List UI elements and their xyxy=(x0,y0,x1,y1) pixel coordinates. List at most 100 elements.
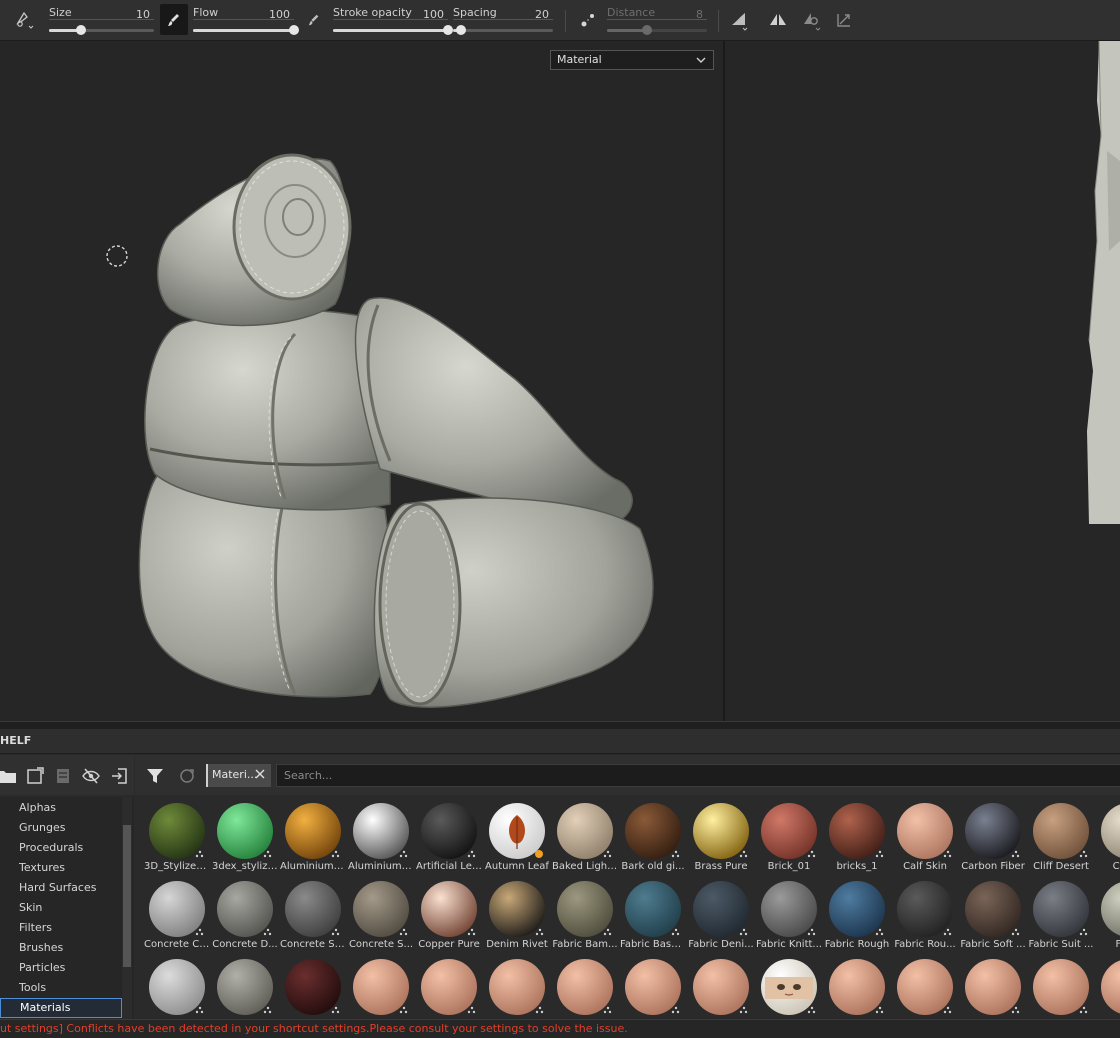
category-particles[interactable]: Particles xyxy=(0,958,122,978)
material-tile[interactable] xyxy=(688,955,754,1019)
import-icon[interactable] xyxy=(108,765,130,787)
distance-slider-handle[interactable] xyxy=(642,25,652,35)
stroke-opacity-slider-handle[interactable] xyxy=(443,25,453,35)
material-tile[interactable] xyxy=(620,955,686,1019)
material-tile[interactable]: Aluminium ... xyxy=(280,799,346,875)
spacing-slider-handle[interactable] xyxy=(456,25,466,35)
material-tile[interactable]: Denim Rivet xyxy=(484,877,550,953)
category-grunges[interactable]: Grunges xyxy=(0,818,122,838)
material-tile[interactable]: bricks_1 xyxy=(824,799,890,875)
substance-dots-icon xyxy=(195,1006,204,1014)
panel-splitter[interactable] xyxy=(0,721,1120,729)
category-filters[interactable]: Filters xyxy=(0,918,122,938)
category-hard-surfaces[interactable]: Hard Surfaces xyxy=(0,878,122,898)
material-tile[interactable]: Baked Light... xyxy=(552,799,618,875)
material-tile[interactable]: Concrete D... xyxy=(212,877,278,953)
category-textures[interactable]: Textures xyxy=(0,858,122,878)
material-tile[interactable] xyxy=(960,955,1026,1019)
material-tile[interactable]: 3dex_stylize... xyxy=(212,799,278,875)
symmetry-icon[interactable] xyxy=(766,8,790,32)
material-tile[interactable]: Fabric Base... xyxy=(620,877,686,953)
scrollbar-thumb[interactable] xyxy=(123,825,131,967)
substance-dots-icon xyxy=(807,850,816,858)
material-tile[interactable]: Copper Pure xyxy=(416,877,482,953)
physics-icon[interactable] xyxy=(800,8,824,32)
material-tile[interactable]: Concrete Si... xyxy=(280,877,346,953)
search-input[interactable]: Search... xyxy=(276,764,1120,787)
category-scrollbar[interactable] xyxy=(122,797,132,1019)
category-skin[interactable]: Skin xyxy=(0,898,122,918)
material-tile[interactable] xyxy=(348,955,414,1019)
material-tile[interactable]: Carbon Fiber xyxy=(960,799,1026,875)
size-slider-handle[interactable] xyxy=(75,25,86,35)
substance-dots-icon xyxy=(739,1006,748,1014)
category-materials[interactable]: Materials xyxy=(0,998,122,1018)
filter-tag-chip[interactable]: Materi... xyxy=(206,764,271,787)
transform-icon[interactable] xyxy=(832,8,856,32)
3d-viewport[interactable]: Material xyxy=(0,41,723,721)
chevron-down-icon xyxy=(696,57,706,63)
category-brushes[interactable]: Brushes xyxy=(0,938,122,958)
flow-slider[interactable]: Flow 100 xyxy=(193,4,299,38)
2d-uv-viewport[interactable] xyxy=(725,41,1120,721)
stroke-opacity-slider[interactable]: Stroke opacity 100 xyxy=(333,4,453,38)
material-tile[interactable]: Fabric Suit ... xyxy=(1028,877,1094,953)
material-tile[interactable]: Fabric Rough xyxy=(824,877,890,953)
material-tile[interactable]: Bark old gi... xyxy=(620,799,686,875)
lazy-mouse-icon[interactable] xyxy=(576,8,600,32)
save-icon[interactable] xyxy=(52,765,74,787)
channel-dropdown[interactable]: Material xyxy=(550,50,714,70)
material-name: Carbon Fiber xyxy=(961,861,1025,872)
material-tile[interactable] xyxy=(892,955,958,1019)
material-tile[interactable] xyxy=(824,955,890,1019)
category-alphas[interactable]: Alphas xyxy=(0,798,122,818)
material-tile[interactable]: Aluminium ... xyxy=(348,799,414,875)
material-tile[interactable]: Brick_01 xyxy=(756,799,822,875)
material-tile[interactable] xyxy=(756,955,822,1019)
material-tile[interactable]: Concrete Cl... xyxy=(144,877,210,953)
material-tile[interactable] xyxy=(552,955,618,1019)
material-tile[interactable] xyxy=(144,955,210,1019)
material-tile[interactable]: Autumn Leaf xyxy=(484,799,550,875)
material-tile[interactable]: Concrete S... xyxy=(348,877,414,953)
category-tools[interactable]: Tools xyxy=(0,978,122,998)
material-tile[interactable] xyxy=(280,955,346,1019)
material-tile[interactable]: Fabric Soft ... xyxy=(960,877,1026,953)
spacing-slider[interactable]: Spacing 20 xyxy=(453,4,553,38)
material-tile[interactable]: Fabric Rou... xyxy=(892,877,958,953)
reset-filter-icon[interactable] xyxy=(178,767,196,785)
new-resource-icon[interactable] xyxy=(24,765,46,787)
sculpted-cushion-model[interactable] xyxy=(120,109,680,719)
distance-slider[interactable]: Distance 8 xyxy=(607,4,707,38)
material-tile[interactable]: Cliff Desert xyxy=(1028,799,1094,875)
material-tile[interactable]: Calf Skin xyxy=(892,799,958,875)
material-tile[interactable] xyxy=(1096,955,1120,1019)
close-icon[interactable] xyxy=(254,768,266,780)
flow-slider-handle[interactable] xyxy=(289,25,299,35)
material-tile[interactable]: Fabric Deni... xyxy=(688,877,754,953)
material-tile[interactable]: Coat... xyxy=(1096,799,1120,875)
status-bar: ut settings] Conflicts have been detecte… xyxy=(0,1019,1120,1038)
material-tile[interactable]: Foo... xyxy=(1096,877,1120,953)
material-tile[interactable]: Fabric Bam... xyxy=(552,877,618,953)
hide-eye-icon[interactable] xyxy=(80,765,102,787)
folder-icon[interactable] xyxy=(0,765,18,787)
material-tile[interactable] xyxy=(1028,955,1094,1019)
stroke-opacity-icon[interactable] xyxy=(302,8,326,32)
material-tile[interactable] xyxy=(212,955,278,1019)
material-tile[interactable]: Artificial Lea... xyxy=(416,799,482,875)
size-slider[interactable]: Size 10 xyxy=(49,4,154,38)
material-tile[interactable]: Fabric Knitt... xyxy=(756,877,822,953)
category-procedurals[interactable]: Procedurals xyxy=(0,838,122,858)
brush-preset-icon[interactable] xyxy=(12,8,36,32)
material-tile[interactable]: 3D_Stylized... xyxy=(144,799,210,875)
material-tile[interactable] xyxy=(416,955,482,1019)
filter-icon[interactable] xyxy=(146,767,164,785)
angle-icon[interactable] xyxy=(728,8,752,32)
search-placeholder: Search... xyxy=(284,769,333,782)
substance-dots-icon xyxy=(1079,1006,1088,1014)
brush-tool-icon[interactable] xyxy=(160,4,188,35)
material-tile[interactable] xyxy=(484,955,550,1019)
substance-dots-icon xyxy=(807,928,816,936)
material-tile[interactable]: Brass Pure xyxy=(688,799,754,875)
